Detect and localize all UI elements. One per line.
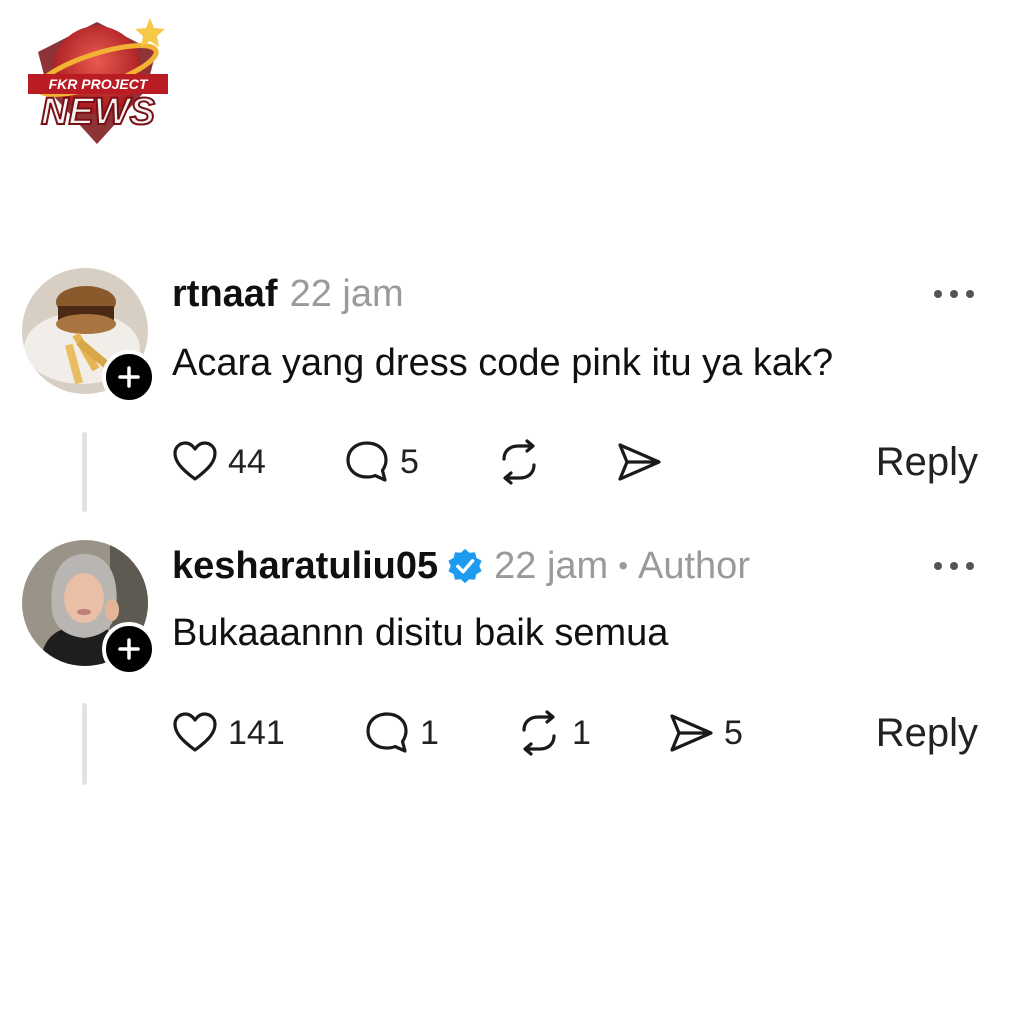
comment-header: kesharatuliu05 22 jam • Author <box>172 542 750 590</box>
like-button[interactable]: 44 <box>170 432 266 492</box>
fkr-project-news-logo: FKR PROJECT NEWS <box>18 12 176 154</box>
timestamp: 22 jam <box>289 273 404 315</box>
svg-text:NEWS: NEWS <box>41 91 155 133</box>
comment-text: Acara yang dress code pink itu ya kak? <box>172 342 834 384</box>
reply-button[interactable]: Reply <box>876 703 978 763</box>
follow-button[interactable] <box>102 350 156 404</box>
author-label: Author <box>638 545 750 587</box>
comment-2-actions: 141 1 1 5 Reply <box>0 703 1024 763</box>
plus-icon <box>118 366 140 388</box>
repost-button[interactable]: 1 <box>514 703 591 763</box>
heart-icon <box>173 441 217 481</box>
more-options-icon[interactable] <box>930 558 978 574</box>
send-icon <box>670 714 713 752</box>
meta-separator: • <box>618 550 629 581</box>
reply-count-button[interactable]: 5 <box>342 432 419 492</box>
comment-bubble-icon <box>346 441 388 482</box>
timestamp: 22 jam <box>494 545 609 587</box>
plus-icon <box>118 638 140 660</box>
like-button[interactable]: 141 <box>170 703 285 763</box>
like-count: 141 <box>228 713 285 752</box>
share-button[interactable]: 5 <box>666 703 743 763</box>
repost-icon <box>522 710 556 756</box>
reply-count: 5 <box>400 442 419 481</box>
more-options-icon[interactable] <box>930 286 978 302</box>
follow-button[interactable] <box>102 622 156 676</box>
svg-text:FKR PROJECT: FKR PROJECT <box>49 76 149 92</box>
send-icon <box>618 443 661 481</box>
repost-count: 1 <box>572 713 591 752</box>
comment-1-actions: 44 5 Reply <box>0 432 1024 492</box>
comment-bubble-icon <box>366 712 408 753</box>
reply-button[interactable]: Reply <box>876 432 978 492</box>
share-button[interactable] <box>614 432 664 492</box>
reply-count-button[interactable]: 1 <box>362 703 439 763</box>
heart-icon <box>173 712 217 752</box>
reply-count: 1 <box>420 713 439 752</box>
username[interactable]: rtnaaf <box>172 270 278 318</box>
like-count: 44 <box>228 442 266 481</box>
verified-badge-icon <box>448 548 482 584</box>
comment-text: Bukaaannn disitu baik semua <box>172 612 669 654</box>
repost-icon <box>502 439 536 485</box>
comment-header: rtnaaf 22 jam <box>172 270 404 318</box>
username[interactable]: kesharatuliu05 <box>172 542 438 590</box>
share-count: 5 <box>724 713 743 752</box>
repost-button[interactable] <box>494 432 544 492</box>
